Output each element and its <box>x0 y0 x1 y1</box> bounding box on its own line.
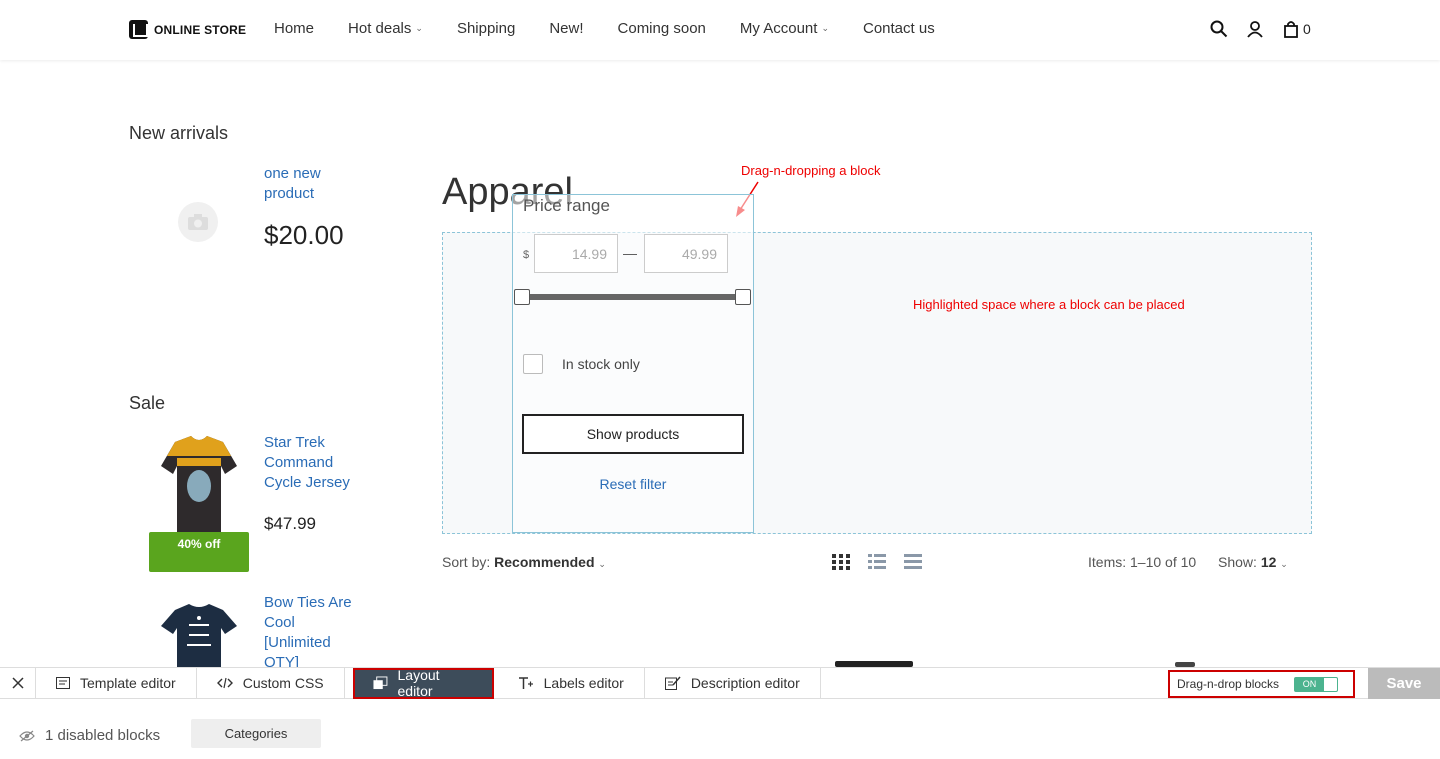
nav-label: Home <box>274 20 315 37</box>
tab-layout-editor[interactable]: Layout editor <box>352 667 494 699</box>
nav-new[interactable]: New! <box>549 20 583 37</box>
nav-label: Shipping <box>456 20 516 37</box>
chevron-down-icon: ⌄ <box>1280 559 1288 569</box>
reset-filter-link[interactable]: Reset filter <box>513 476 753 492</box>
in-stock-label: In stock only <box>562 356 640 372</box>
tab-description-editor[interactable]: Description editor <box>645 667 821 699</box>
camera-icon <box>188 214 208 230</box>
cart-count: 0 <box>1303 21 1311 37</box>
tab-template-editor[interactable]: Template editor <box>36 667 197 699</box>
nav-coming-soon[interactable]: Coming soon <box>618 20 706 37</box>
nav-shipping[interactable]: Shipping <box>457 20 515 37</box>
view-switcher <box>832 554 922 570</box>
nav-hot-deals[interactable]: Hot deals ⌄ <box>348 20 423 37</box>
editor-toolbar: Template editor Custom CSS Layout editor… <box>0 667 1440 699</box>
currency-symbol: $ <box>523 249 530 261</box>
new-arrival-item: one new product $20.00 <box>129 162 369 262</box>
tab-labels-editor[interactable]: Labels editor <box>494 667 645 699</box>
price-range-block[interactable]: Price range $ 14.99 — 49.99 In stock onl… <box>512 194 754 533</box>
sale-item: 40% off Star Trek Command Cycle Jersey $… <box>129 432 369 577</box>
main-nav: Home Hot deals ⌄ Shipping New! Coming soo… <box>274 20 969 37</box>
items-count: Items: 1–10 of 10 <box>1088 554 1197 570</box>
tab-label: Template editor <box>80 675 176 691</box>
edit-icon <box>664 676 681 690</box>
disabled-blocks-info[interactable]: 1 disabled blocks <box>19 727 160 744</box>
discount-badge: 40% off <box>149 532 249 572</box>
chevron-down-icon: ⌄ <box>598 559 606 569</box>
nav-label: New! <box>549 20 584 37</box>
show-products-button[interactable]: Show products <box>522 414 744 454</box>
chevron-down-icon: ⌄ <box>821 23 829 33</box>
toggle-state: ON <box>1295 677 1325 691</box>
cart-icon <box>1284 21 1298 38</box>
sort-label: Sort by: <box>442 554 491 570</box>
tab-label: Description editor <box>690 675 800 691</box>
logo-text: ONLINE STORE <box>154 22 247 37</box>
layout-icon <box>373 676 388 690</box>
template-icon <box>56 677 70 689</box>
categories-button[interactable]: Categories <box>191 719 321 748</box>
nav-label: Coming soon <box>617 20 706 37</box>
header-actions: 0 <box>1210 20 1311 38</box>
search-icon[interactable] <box>1210 20 1228 38</box>
tshirt-image[interactable] <box>161 604 237 667</box>
tab-custom-css[interactable]: Custom CSS <box>197 667 345 699</box>
disabled-blocks-label: 1 disabled blocks <box>45 727 161 744</box>
price-slider-track[interactable] <box>527 294 744 300</box>
drag-n-drop-label: Drag-n-drop blocks <box>1177 677 1280 691</box>
new-arrivals-title: New arrivals <box>129 123 229 143</box>
product-link[interactable]: Bow Ties Are Cool [Unlimited QTY] <box>264 593 364 667</box>
nav-label: Hot deals <box>348 20 412 37</box>
drag-annotation: Drag-n-dropping a block <box>741 163 881 178</box>
product-link[interactable]: Star Trek Command Cycle Jersey <box>264 433 364 493</box>
drag-n-drop-toggle-box: Drag-n-drop blocks ON <box>1168 670 1355 698</box>
tab-label: Custom CSS <box>242 675 324 691</box>
nav-my-account[interactable]: My Account ⌄ <box>740 20 829 37</box>
list-view-icon[interactable] <box>868 554 886 570</box>
close-icon <box>11 677 24 689</box>
store-logo[interactable]: ONLINE STORE <box>129 20 246 39</box>
nav-label: Contact us <box>863 20 935 37</box>
product-price: $20.00 <box>264 220 344 250</box>
site-header: ONLINE STORE Home Hot deals ⌄ Shipping Ne… <box>0 0 1440 60</box>
sort-toolbar: Sort by: Recommended ⌄ Items: 1–10 of 10… <box>442 554 1312 574</box>
logo-icon <box>129 20 148 39</box>
product-link[interactable]: one new product <box>264 164 364 204</box>
in-stock-checkbox[interactable] <box>523 354 543 374</box>
chevron-down-icon: ⌄ <box>415 23 423 33</box>
filter-title: Price range <box>523 196 610 215</box>
highlight-annotation: Highlighted space where a block can be p… <box>913 297 1185 312</box>
slider-max-handle[interactable] <box>735 289 751 305</box>
grid-view-icon[interactable] <box>832 554 850 570</box>
min-price-input[interactable]: 14.99 <box>534 234 618 273</box>
tab-label: Layout editor <box>397 667 440 699</box>
editor-subbar: 1 disabled blocks Categories <box>0 700 1440 759</box>
sale-item: Bow Ties Are Cool [Unlimited QTY] <box>129 592 369 667</box>
slider-min-handle[interactable] <box>514 289 530 305</box>
text-icon <box>518 677 533 689</box>
range-dash: — <box>623 245 637 261</box>
drag-n-drop-toggle[interactable]: ON <box>1294 676 1339 692</box>
account-icon[interactable] <box>1246 20 1264 38</box>
nav-contact-us[interactable]: Contact us <box>863 20 935 37</box>
close-editor-button[interactable] <box>0 667 36 699</box>
sale-title: Sale <box>129 393 166 413</box>
table-view-icon[interactable] <box>904 554 922 570</box>
per-page-value: 12 <box>1260 554 1277 570</box>
nav-home[interactable]: Home <box>274 20 314 37</box>
eye-off-icon <box>19 730 35 741</box>
tab-label: Labels editor <box>543 675 624 691</box>
save-button[interactable]: Save <box>1368 668 1440 699</box>
sort-value: Recommended <box>494 554 595 570</box>
sort-dropdown[interactable]: Sort by: Recommended ⌄ <box>442 554 606 570</box>
per-page-label: Show: <box>1218 554 1257 570</box>
product-price: $47.99 <box>264 514 316 533</box>
code-icon <box>216 677 233 689</box>
cart-button[interactable]: 0 <box>1282 20 1311 38</box>
jersey-image[interactable] <box>161 436 237 532</box>
product-thumbnail[interactable] <box>178 202 218 242</box>
max-price-input[interactable]: 49.99 <box>644 234 728 273</box>
per-page-dropdown[interactable]: Show: 12 ⌄ <box>1218 554 1288 570</box>
nav-label: My Account <box>739 20 818 37</box>
